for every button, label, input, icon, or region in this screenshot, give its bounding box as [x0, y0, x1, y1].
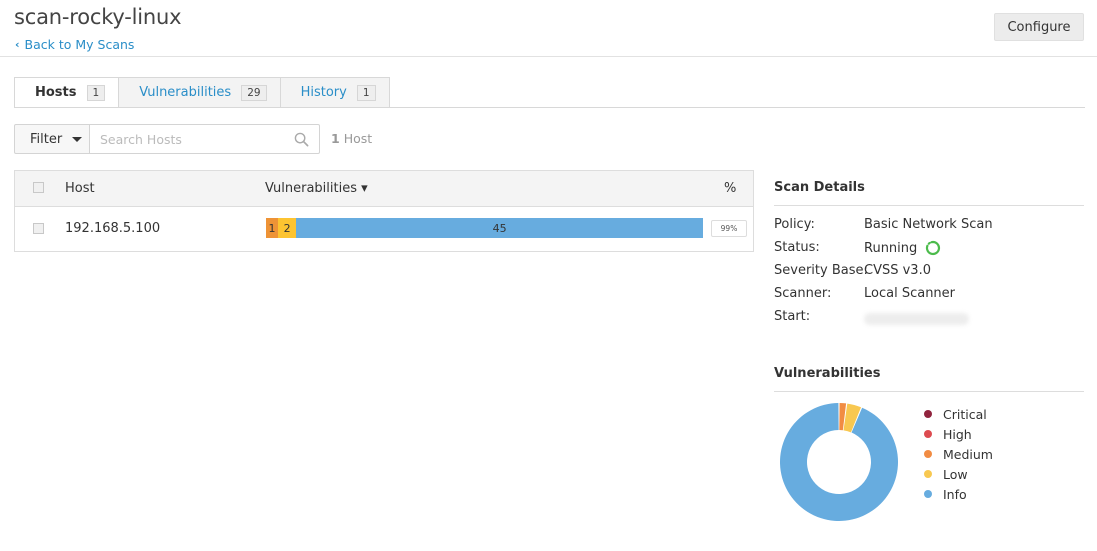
vulnerabilities-panel-title: Vulnerabilities — [774, 366, 881, 381]
tab-count-badge: 1 — [86, 84, 106, 101]
detail-value: Basic Network Scan — [864, 217, 993, 232]
column-header-percent[interactable]: % — [724, 181, 736, 196]
filter-dropdown-button[interactable]: Filter — [14, 124, 90, 154]
detail-label: Start: — [774, 309, 811, 324]
detail-row-scanner: Scanner: Local Scanner — [774, 286, 1084, 309]
detail-label: Status: — [774, 240, 820, 255]
detail-value: Local Scanner — [864, 286, 956, 301]
table-row[interactable]: 192.168.5.100 1 2 45 99% — [15, 207, 753, 252]
page-title: scan-rocky-linux — [14, 5, 182, 29]
detail-label: Policy: — [774, 217, 815, 232]
legend-label: High — [943, 426, 972, 442]
running-spinner-icon — [926, 240, 941, 256]
vulnerabilities-panel: Vulnerabilities — [774, 366, 1084, 392]
hosts-table: Host Vulnerabilities ▾ % 192.168.5.100 1… — [14, 170, 754, 252]
legend-item-low: Low — [924, 464, 993, 484]
bar-segment-info[interactable]: 45 — [296, 218, 703, 238]
legend-label: Medium — [943, 446, 993, 462]
tab-vulnerabilities[interactable]: Vulnerabilities 29 — [119, 77, 281, 108]
chevron-left-icon: ‹ — [15, 38, 20, 51]
progress-percent-badge: 99% — [711, 220, 747, 237]
legend-dot-icon — [924, 470, 932, 478]
host-count: 1 Host — [331, 131, 372, 146]
redacted-start-time — [864, 313, 969, 325]
host-count-number: 1 — [331, 131, 340, 146]
column-header-vulnerabilities[interactable]: Vulnerabilities ▾ — [265, 181, 368, 196]
tabs-divider — [14, 107, 1085, 108]
legend-item-critical: Critical — [924, 404, 993, 424]
chart-legend: Critical High Medium Low Info — [924, 404, 993, 504]
tab-hosts[interactable]: Hosts 1 — [14, 77, 120, 108]
legend-dot-icon — [924, 430, 932, 438]
tab-count-badge: 29 — [241, 84, 267, 101]
scan-details-panel: Scan Details Policy: Basic Network Scan … — [774, 180, 1084, 332]
detail-row-start: Start: — [774, 309, 1084, 332]
vulnerabilities-donut-chart — [780, 403, 898, 521]
legend-item-medium: Medium — [924, 444, 993, 464]
legend-item-high: High — [924, 424, 993, 444]
filter-label: Filter — [30, 131, 63, 147]
vulnerability-bar[interactable]: 1 2 45 — [266, 218, 703, 238]
legend-label: Critical — [943, 406, 987, 422]
detail-label: Severity Base: — [774, 263, 868, 278]
caret-down-icon — [72, 136, 83, 142]
back-link-label: Back to My Scans — [24, 37, 135, 52]
status-text: Running — [864, 240, 918, 256]
legend-label: Low — [943, 466, 968, 482]
divider — [774, 391, 1084, 392]
search-box — [89, 124, 320, 154]
back-to-my-scans-link[interactable]: ‹ Back to My Scans — [15, 37, 134, 52]
search-hosts-input[interactable] — [90, 125, 280, 153]
tab-label: Vulnerabilities — [139, 85, 232, 100]
legend-dot-icon — [924, 450, 932, 458]
header-divider — [0, 56, 1097, 57]
bar-segment-low[interactable]: 2 — [278, 218, 297, 238]
legend-item-info: Info — [924, 484, 993, 504]
legend-dot-icon — [924, 490, 932, 498]
host-count-label: Host — [343, 131, 373, 146]
tab-bar: Hosts 1 Vulnerabilities 29 History 1 — [14, 77, 390, 108]
detail-row-status: Status: Running — [774, 240, 1084, 263]
detail-row-severity-base: Severity Base: CVSS v3.0 — [774, 263, 1084, 286]
legend-label: Info — [943, 486, 967, 502]
configure-button[interactable]: Configure — [994, 13, 1084, 41]
host-ip[interactable]: 192.168.5.100 — [65, 221, 160, 236]
tab-history[interactable]: History 1 — [280, 77, 390, 108]
detail-row-policy: Policy: Basic Network Scan — [774, 217, 1084, 240]
search-icon[interactable] — [294, 132, 309, 147]
tab-count-badge: 1 — [356, 84, 376, 101]
column-header-host[interactable]: Host — [65, 181, 95, 196]
donut-slice-info[interactable] — [780, 403, 898, 521]
divider — [774, 205, 1084, 206]
detail-value-redacted — [864, 309, 969, 325]
detail-value: CVSS v3.0 — [864, 263, 931, 278]
table-header: Host Vulnerabilities ▾ % — [15, 171, 753, 207]
tab-label: Hosts — [35, 85, 77, 100]
row-checkbox[interactable] — [33, 223, 44, 234]
select-all-checkbox[interactable] — [33, 182, 44, 193]
detail-value-status: Running — [864, 240, 941, 256]
bar-segment-medium[interactable]: 1 — [266, 218, 278, 238]
legend-dot-icon — [924, 410, 932, 418]
tab-label: History — [300, 85, 347, 100]
scan-details-title: Scan Details — [774, 180, 865, 195]
detail-label: Scanner: — [774, 286, 832, 301]
